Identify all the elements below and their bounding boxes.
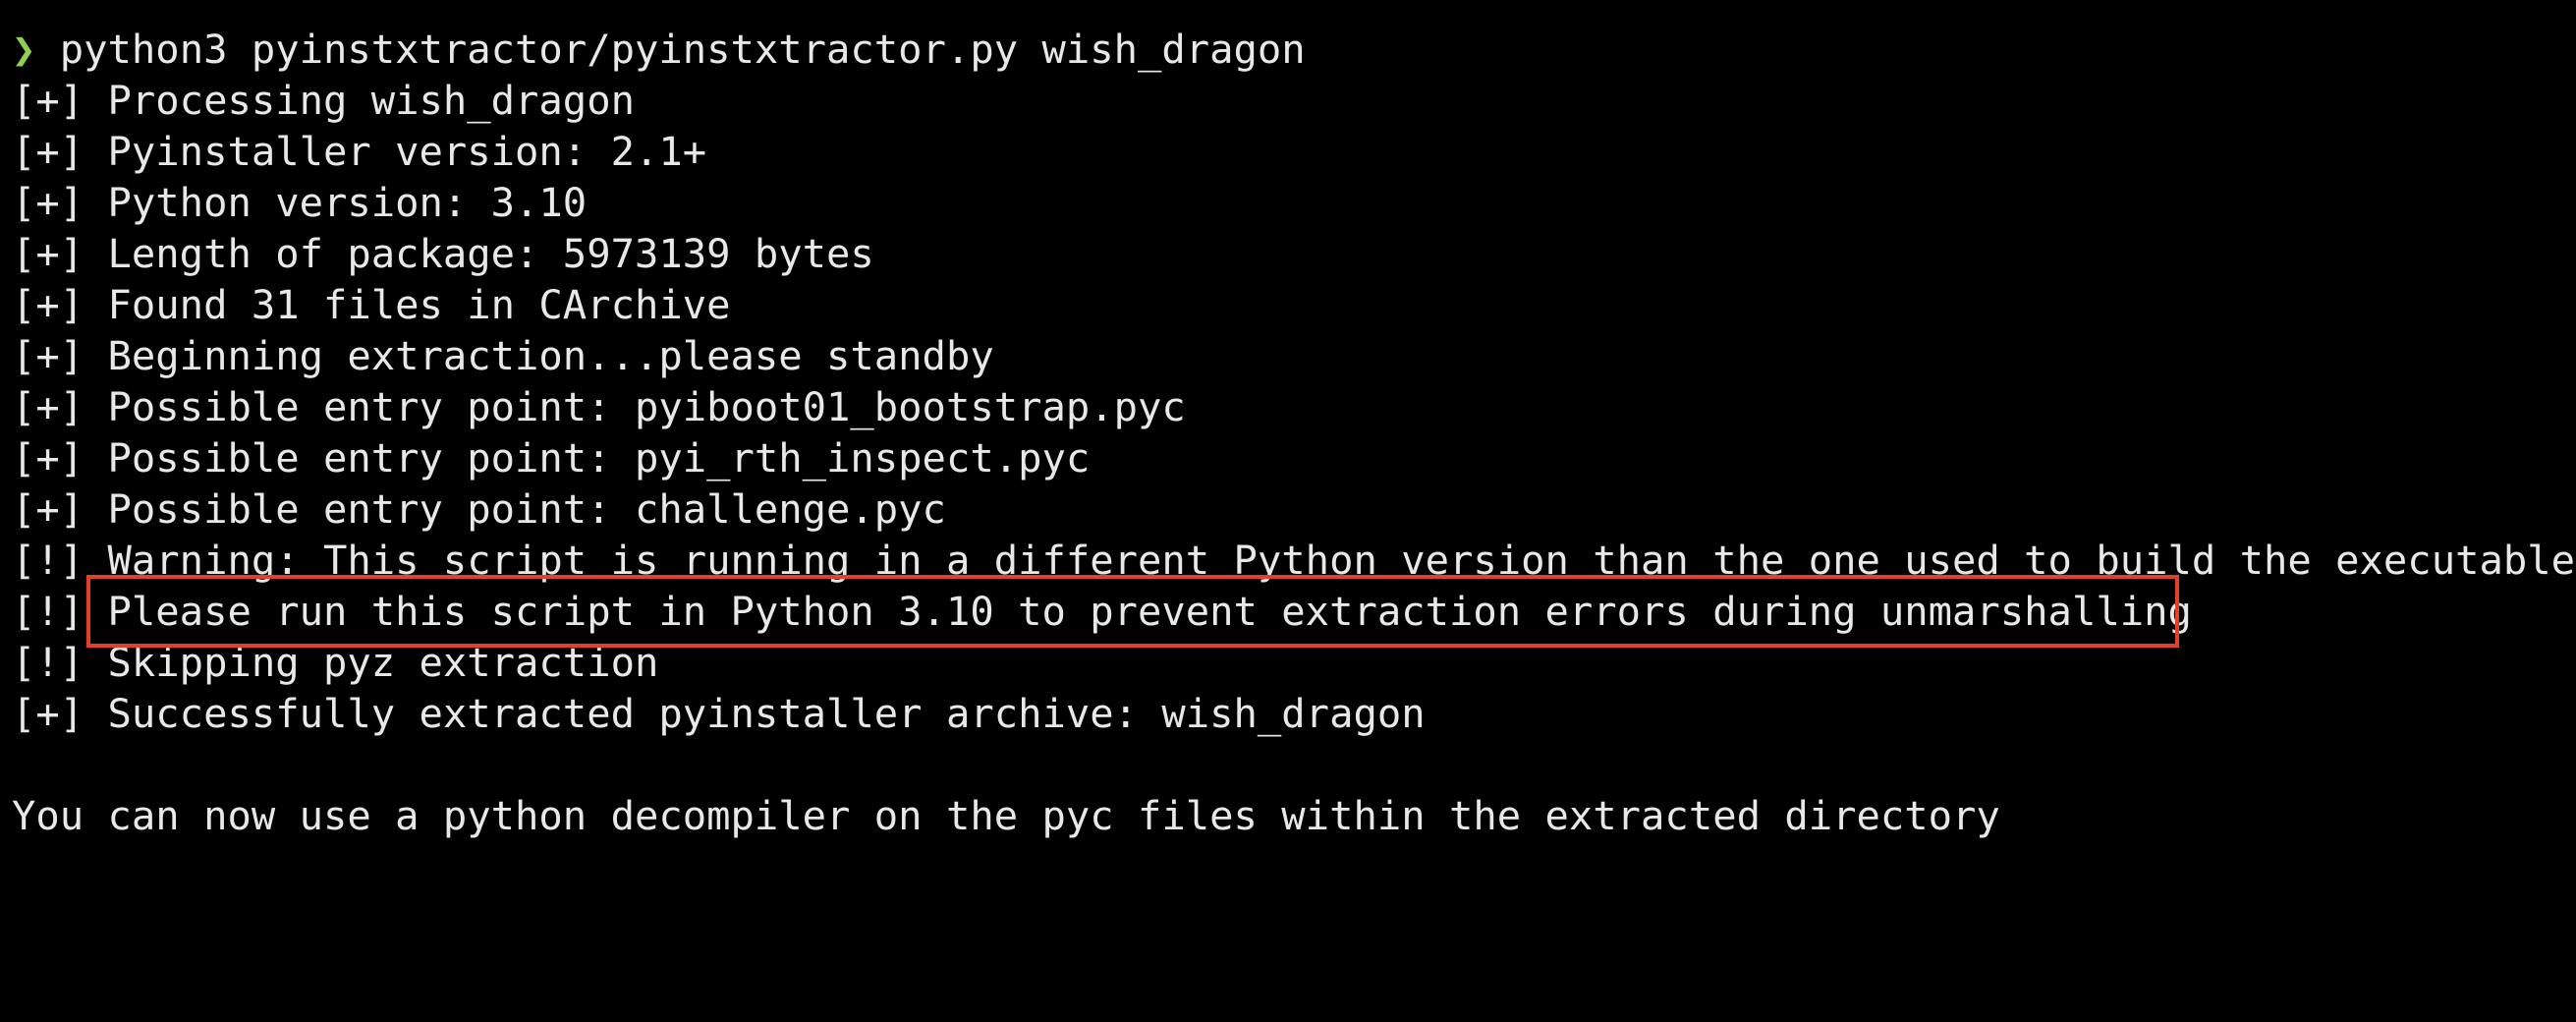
output-line: [+] Python version: 3.10 <box>12 179 588 226</box>
highlight-annotation-box <box>86 575 2179 648</box>
output-line: [+] Pyinstaller version: 2.1+ <box>12 128 707 175</box>
prompt-chevron-icon: ❯ <box>12 26 36 73</box>
output-line: [+] Beginning extraction...please standb… <box>12 332 994 379</box>
terminal-window[interactable]: ❯ python3 pyinstxtractor/pyinstxtractor.… <box>0 0 2576 841</box>
output-line: [+] Possible entry point: pyiboot01_boot… <box>12 383 1186 430</box>
final-message-line: You can now use a python decompiler on t… <box>12 792 2000 839</box>
command-line: ❯ python3 pyinstxtractor/pyinstxtractor.… <box>12 24 1306 75</box>
output-line: [+] Possible entry point: challenge.pyc <box>12 485 946 533</box>
output-line: [+] Possible entry point: pyi_rth_inspec… <box>12 434 1091 482</box>
output-line: [+] Processing wish_dragon <box>12 77 635 124</box>
command-text: python3 pyinstxtractor/pyinstxtractor.py… <box>35 26 1306 73</box>
output-line: [+] Length of package: 5973139 bytes <box>12 230 874 277</box>
output-line: [+] Found 31 files in CArchive <box>12 281 731 328</box>
output-line: [+] Successfully extracted pyinstaller a… <box>12 690 1426 737</box>
